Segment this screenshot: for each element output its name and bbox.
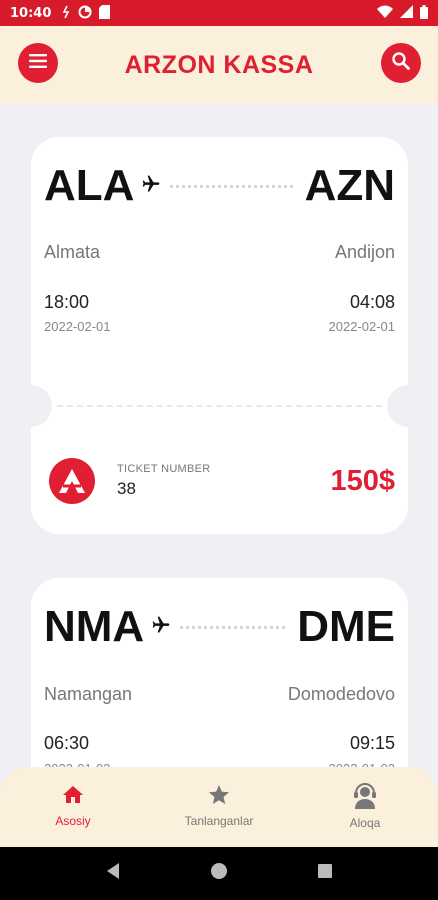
- route-dots: [180, 625, 286, 629]
- ticket-card[interactable]: NMA DME Namangan Domodedovo 06:30 09:15 …: [31, 578, 408, 767]
- arrival-city: Andijon: [334, 242, 395, 262]
- departure-time: 06:30: [44, 733, 90, 753]
- date-row: 2022-02-01 2022-02-01: [44, 319, 395, 334]
- ticket-footer: TICKET NUMBER 38 150$: [49, 455, 395, 507]
- arrival-time: 09:15: [349, 733, 395, 753]
- ticket-number: 38: [117, 479, 136, 498]
- app-title: ARZON KASSA: [124, 50, 314, 79]
- sd-card-icon: [99, 4, 111, 22]
- status-time: 10:40: [10, 5, 52, 21]
- nav-home-label: Asosiy: [55, 814, 91, 828]
- route-codes: NMA DME: [44, 602, 395, 652]
- arrival-code: AZN: [304, 161, 395, 210]
- arrival-code: DME: [297, 602, 395, 651]
- nav-home[interactable]: Asosiy: [0, 767, 146, 847]
- data-saver-icon: [78, 5, 92, 22]
- ticket-notch-left: [10, 385, 52, 427]
- home-icon: [60, 783, 86, 810]
- wifi-icon: [377, 5, 393, 21]
- ticket-divider: [57, 405, 382, 407]
- recents-icon[interactable]: [317, 863, 333, 884]
- home-circle-icon[interactable]: [210, 862, 228, 885]
- city-row: Namangan Domodedovo: [44, 684, 395, 705]
- ticket-card[interactable]: ALA AZN Almata Andijon 18:00 04:08 2022-…: [10, 137, 429, 534]
- system-navigation-bar: [0, 847, 438, 900]
- nav-favorites-label: Tanlanganlar: [184, 814, 254, 828]
- search-button[interactable]: [381, 43, 421, 83]
- city-row: Almata Andijon: [44, 242, 395, 263]
- route-line: [140, 174, 298, 199]
- departure-date: 2022-02-01: [44, 319, 111, 334]
- route-line: [150, 615, 291, 640]
- menu-icon: [28, 53, 48, 74]
- time-row: 06:30 09:15: [44, 733, 395, 754]
- arrival-time: 04:08: [349, 292, 395, 312]
- app-bar: ARZON KASSA: [0, 26, 438, 104]
- nav-favorites[interactable]: Tanlanganlar: [146, 767, 292, 847]
- ticket-number-block: TICKET NUMBER 38: [117, 463, 211, 499]
- vibrate-icon: [61, 5, 71, 22]
- route-codes: ALA AZN: [44, 161, 395, 211]
- route-dots: [170, 184, 293, 188]
- airplane-icon: [140, 174, 162, 199]
- time-row: 18:00 04:08: [44, 292, 395, 313]
- departure-city: Namangan: [44, 684, 133, 704]
- ticket-notch-right: [387, 385, 429, 427]
- ticket-price: 150$: [330, 464, 395, 497]
- nav-contact-label: Aloqa: [349, 816, 381, 830]
- ticket-list[interactable]: ALA AZN Almata Andijon 18:00 04:08 2022-…: [0, 104, 438, 767]
- signal-icon: [400, 5, 413, 21]
- departure-code: NMA: [44, 602, 145, 651]
- departure-code: ALA: [44, 161, 135, 210]
- nav-contact[interactable]: Aloqa: [292, 767, 438, 847]
- menu-button[interactable]: [18, 43, 58, 83]
- battery-icon: [420, 4, 428, 22]
- back-icon[interactable]: [105, 862, 121, 885]
- departure-city: Almata: [44, 242, 101, 262]
- arrival-city: Domodedovo: [287, 684, 395, 704]
- ticket-number-label: TICKET NUMBER: [117, 463, 211, 475]
- status-bar: 10:40: [0, 0, 438, 26]
- support-agent-icon: [351, 783, 379, 812]
- bottom-navigation: Asosiy Tanlanganlar Aloqa: [0, 767, 438, 847]
- star-icon: [206, 783, 232, 810]
- search-icon: [391, 51, 411, 76]
- airplane-icon: [150, 615, 172, 640]
- arrival-date: 2022-02-01: [328, 319, 396, 334]
- departure-time: 18:00: [44, 292, 90, 312]
- airline-logo: [49, 458, 95, 504]
